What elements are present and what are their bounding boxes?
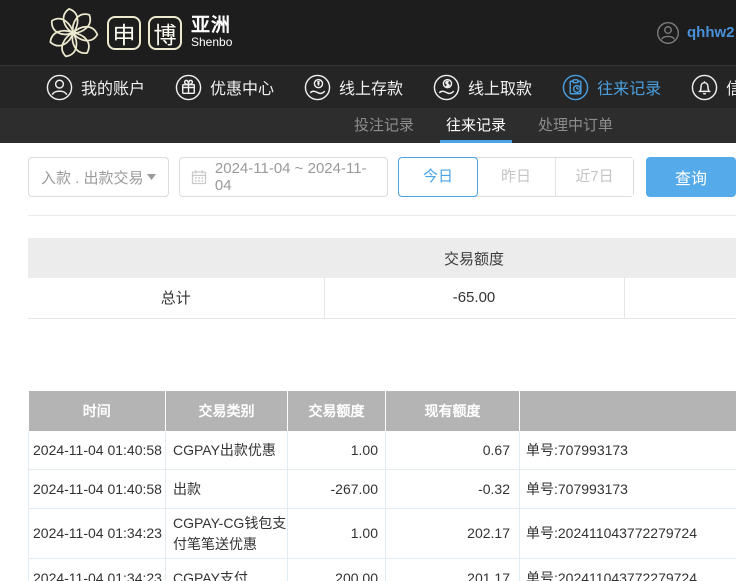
nav-label: 线上存款 — [339, 75, 403, 99]
logo-char-box: 申 — [107, 16, 141, 50]
calendar-icon — [191, 169, 207, 185]
message-bell-icon — [691, 74, 718, 101]
lotus-flower-icon — [46, 6, 100, 60]
nav-item-messages[interactable]: 信息 — [691, 74, 736, 101]
cell-time: 2024-11-04 01:40:58 — [29, 431, 166, 470]
quick-yesterday-button[interactable]: 昨日 — [477, 158, 555, 196]
nav-label: 我的账户 — [81, 75, 145, 99]
logo-region-zh: 亚洲 — [191, 16, 232, 36]
nav-label: 线上取款 — [468, 75, 532, 99]
cell-balance: 202.17 — [386, 509, 520, 559]
user-avatar-icon — [656, 21, 680, 45]
nav-item-promotions[interactable]: 优惠中心 — [175, 74, 274, 101]
promo-gift-icon — [175, 74, 202, 101]
quick-last7days-button[interactable]: 近7日 — [555, 158, 633, 196]
deposit-icon — [304, 74, 331, 101]
cell-amount: -267.00 — [288, 470, 386, 509]
col-header-memo: 摘要 — [520, 391, 736, 431]
col-header-amount: 交易额度 — [288, 391, 386, 431]
date-range-value: 2024-11-04 ~ 2024-11-04 — [215, 160, 376, 194]
cell-time: 2024-11-04 01:34:23 — [29, 559, 166, 581]
cell-time: 2024-11-04 01:34:23 — [29, 509, 166, 559]
nav-label: 信息 — [726, 75, 736, 99]
cell-memo: 单号:707993173 — [520, 431, 736, 470]
section-divider — [28, 215, 736, 216]
top-bar: 申 博 亚洲 Shenbo qhhw2 — [0, 0, 736, 65]
col-header-balance: 现有额度 — [386, 391, 520, 431]
cell-balance: -0.32 — [386, 470, 520, 509]
logo-region: 亚洲 Shenbo — [191, 16, 232, 49]
search-button[interactable]: 查询 — [646, 157, 736, 197]
table-row: 2024-11-04 01:40:58 CGPAY出款优惠 1.00 0.67 … — [29, 431, 736, 470]
nav-item-deposit[interactable]: 线上存款 — [304, 74, 403, 101]
cell-type: CGPAY出款优惠 — [166, 431, 288, 470]
transaction-type-value: 入款 . 出款交易 — [41, 167, 144, 188]
date-range-input[interactable]: 2024-11-04 ~ 2024-11-04 — [179, 157, 388, 197]
table-row: 2024-11-04 01:34:23 CGPAY支付 200.00 201.1… — [29, 559, 736, 581]
cell-amount: 1.00 — [288, 509, 386, 559]
logo-region-en: Shenbo — [191, 36, 232, 49]
cell-memo: 单号:707993173 — [520, 470, 736, 509]
table-row: 2024-11-04 01:40:58 出款 -267.00 -0.32 单号:… — [29, 470, 736, 509]
brand-logo: 申 博 亚洲 Shenbo — [46, 6, 232, 60]
transaction-type-select[interactable]: 入款 . 出款交易 — [28, 157, 169, 197]
summary-empty-cell — [624, 278, 736, 318]
logo-char-box: 博 — [148, 16, 182, 50]
account-person-icon — [46, 74, 73, 101]
summary-header-row: 交易额度 — [28, 238, 736, 278]
cell-amount: 1.00 — [288, 431, 386, 470]
cell-balance: 0.67 — [386, 431, 520, 470]
filter-controls: 入款 . 出款交易 2024-11-04 ~ 2024-11-04 今日 昨日 … — [28, 157, 736, 197]
nav-item-withdraw[interactable]: 线上取款 — [433, 74, 532, 101]
cell-type: CGPAY支付 — [166, 559, 288, 581]
tab-betting-records[interactable]: 投注记录 — [348, 108, 420, 143]
transaction-records-icon — [562, 74, 589, 101]
cell-time: 2024-11-04 01:40:58 — [29, 470, 166, 509]
quick-today-button[interactable]: 今日 — [398, 157, 478, 197]
quick-date-group: 今日 昨日 近7日 — [398, 157, 634, 197]
records-header-row: 时间 交易类别 交易额度 现有额度 摘要 — [29, 391, 736, 431]
summary-total-value: -65.00 — [324, 278, 624, 318]
col-header-time: 时间 — [29, 391, 166, 431]
main-nav: 我的账户 优惠中心 线上存款 — [0, 65, 736, 108]
cell-type: 出款 — [166, 470, 288, 509]
user-menu[interactable]: qhhw2 — [656, 0, 735, 65]
tab-transaction-records[interactable]: 往来记录 — [440, 108, 512, 143]
cell-memo: 单号:202411043772279724 — [520, 559, 736, 581]
record-tabs: 投注记录 往来记录 处理中订单 — [0, 108, 736, 143]
cell-type: CGPAY-CG钱包支付笔笔送优惠 — [166, 509, 288, 559]
summary-header-amount: 交易额度 — [324, 238, 624, 278]
summary-total-label: 总计 — [28, 278, 324, 318]
nav-label: 优惠中心 — [210, 75, 274, 99]
caret-down-icon — [147, 174, 156, 180]
nav-item-my-account[interactable]: 我的账户 — [46, 74, 145, 101]
nav-label: 往来记录 — [597, 75, 661, 99]
cell-memo: 单号:202411043772279724 — [520, 509, 736, 559]
withdraw-icon — [433, 74, 460, 101]
summary-header-empty — [624, 238, 736, 278]
summary-total-row: 总计 -65.00 — [28, 278, 736, 318]
tab-pending-orders[interactable]: 处理中订单 — [532, 108, 619, 143]
table-row: 2024-11-04 01:34:23 CGPAY-CG钱包支付笔笔送优惠 1.… — [29, 509, 736, 559]
summary-header-empty — [28, 238, 324, 278]
nav-item-transaction-records[interactable]: 往来记录 — [562, 74, 661, 101]
username: qhhw2 — [687, 24, 735, 41]
records-table: 时间 交易类别 交易额度 现有额度 摘要 2024-11-04 01:40:58… — [28, 391, 736, 581]
cell-amount: 200.00 — [288, 559, 386, 581]
summary-table: 交易额度 总计 -65.00 — [28, 238, 736, 319]
cell-balance: 201.17 — [386, 559, 520, 581]
col-header-type: 交易类别 — [166, 391, 288, 431]
